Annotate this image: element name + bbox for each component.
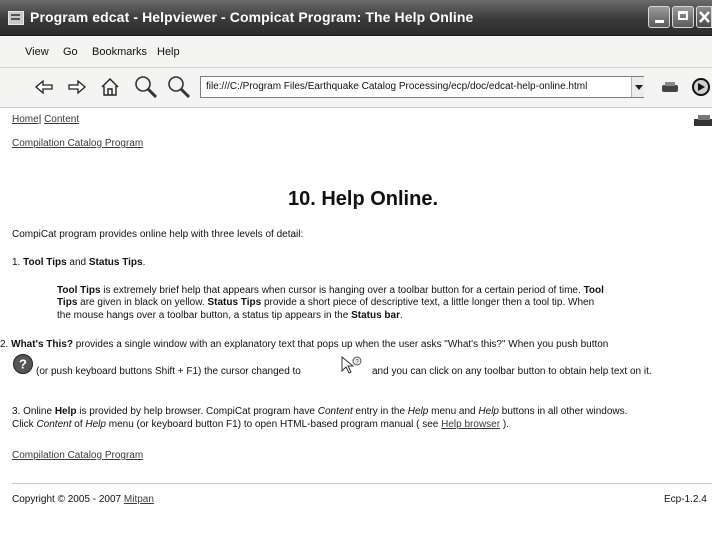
item1-period: . [142,257,146,268]
copyright-text: Copyright © 2005 - 2007 Mitpan [12,493,154,506]
address-field[interactable]: file:///C:/Program Files/Earthquake Cata… [200,76,644,98]
print-icon[interactable] [660,76,680,98]
item3-text-3: menu and [428,406,479,417]
menu-go[interactable]: Go [63,46,78,58]
maximize-button[interactable] [672,6,694,28]
svg-text:?: ? [19,357,27,372]
item1-heading: 1. Tool Tips and Status Tips. [12,256,145,269]
item3-text-7: ). [500,419,509,430]
item3-line1: 3. Online Help is provided by help brows… [12,405,627,418]
item1-line2: Tips are given in black on yellow. Statu… [57,296,594,309]
menu-help[interactable]: Help [157,46,180,58]
copyright-label: Copyright © 2005 - 2007 [12,494,124,505]
whats-this-cursor-icon: ? [341,355,362,374]
help-content-pane: Home| Content Compilation Catalog Progra… [0,108,712,538]
item1-period-2: . [399,310,403,321]
item1-text-3: provide a short piece of descriptive tex… [261,297,595,308]
menu-view[interactable]: View [25,46,49,58]
toolbar: file:///C:/Program Files/Earthquake Cata… [0,68,712,108]
close-icon [699,11,710,23]
item3-text-4: buttons in all other windows. [498,406,628,417]
compilation-link-top: Compilation Catalog Program [12,138,143,149]
help-browser-link[interactable]: Help browser [441,419,500,430]
breadcrumb-separator: | [38,114,42,125]
menu-bar: View Go Bookmarks Help [0,36,712,68]
item2-line2a: (or push keyboard buttons Shift + F1) th… [36,366,301,377]
help-term-2: Help [85,419,106,430]
zoom-out-icon[interactable] [166,74,192,100]
item1-and: and [66,257,89,268]
whats-this-button-icon: ? [13,354,33,374]
help-term: Help [54,406,77,417]
item2-number: 2. [0,339,12,350]
item1-text-4: the mouse hangs over a toolbar button, a… [57,310,352,321]
version-label: Ecp-1.2.4 [664,494,707,505]
minimize-icon [654,20,664,23]
close-button[interactable] [696,6,712,28]
item1-text-1: is extremely brief help that appears whe… [100,285,584,296]
compilation-link-bottom: Compilation Catalog Program [12,449,143,462]
item3-of: of [71,419,86,430]
mitpan-link[interactable]: Mitpan [124,494,154,505]
minimize-button[interactable] [648,6,670,28]
zoom-in-icon[interactable] [133,74,159,100]
tips-term: Tips [57,297,78,308]
app-icon [8,11,24,25]
status-bar-term: Status bar [351,310,400,321]
footer-divider [12,483,712,484]
content-link[interactable]: Content [44,114,79,125]
home-link[interactable]: Home [12,114,39,125]
tool-tips-term: Tool Tips [23,257,67,268]
help-menu-term: Help [407,406,429,417]
menu-bookmarks[interactable]: Bookmarks [92,46,147,58]
help-buttons-term: Help [478,406,499,417]
content-term: Content [317,406,353,417]
item2-line2b: and you can click on any toolbar button … [372,366,652,377]
tool-tips-term-2: Tool Tips [57,285,101,296]
forward-arrow-icon[interactable] [66,76,88,98]
compilation-catalog-link[interactable]: Compilation Catalog Program [12,138,143,149]
item2-line1: 2. What's This? provides a single window… [0,338,608,351]
item1-text-2: are given in black on yellow. [77,297,208,308]
item2-text: provides a single window with an explana… [72,339,609,350]
status-tips-term: Status Tips [88,257,143,268]
item1-line3: the mouse hangs over a toolbar button, a… [57,309,403,322]
tool-term-3: Tool [583,285,604,296]
title-bar: Program edcat - Helpviewer - Compicat Pr… [0,0,712,36]
item3-number: 3. Online [12,406,55,417]
print-page-icon[interactable] [692,113,712,129]
home-icon[interactable] [99,76,121,98]
item1-number: 1. [12,257,24,268]
compilation-catalog-link-bottom[interactable]: Compilation Catalog Program [12,450,143,461]
maximize-icon [678,11,688,20]
content-term-2: Content [36,419,72,430]
whats-this-term: What's This? [11,339,73,350]
item3-text-6: menu (or keyboard button F1) to open HTM… [105,419,442,430]
page-title: 10. Help Online. [287,188,439,210]
window-title: Program edcat - Helpviewer - Compicat Pr… [30,9,474,25]
breadcrumb: Home| Content [12,114,79,125]
item3-text-5: Click [12,419,37,430]
intro-text: CompiCat program provides online help wi… [12,229,304,240]
item3-line2: Click Content of Help menu (or keyboard … [12,418,509,431]
status-tips-term-2: Status Tips [207,297,262,308]
back-arrow-icon[interactable] [33,76,55,98]
item3-text-1: is provided by help browser. CompiCat pr… [76,406,318,417]
address-dropdown-button[interactable] [631,77,644,97]
item3-text-2: entry in the [352,406,408,417]
reload-icon[interactable] [690,76,712,98]
